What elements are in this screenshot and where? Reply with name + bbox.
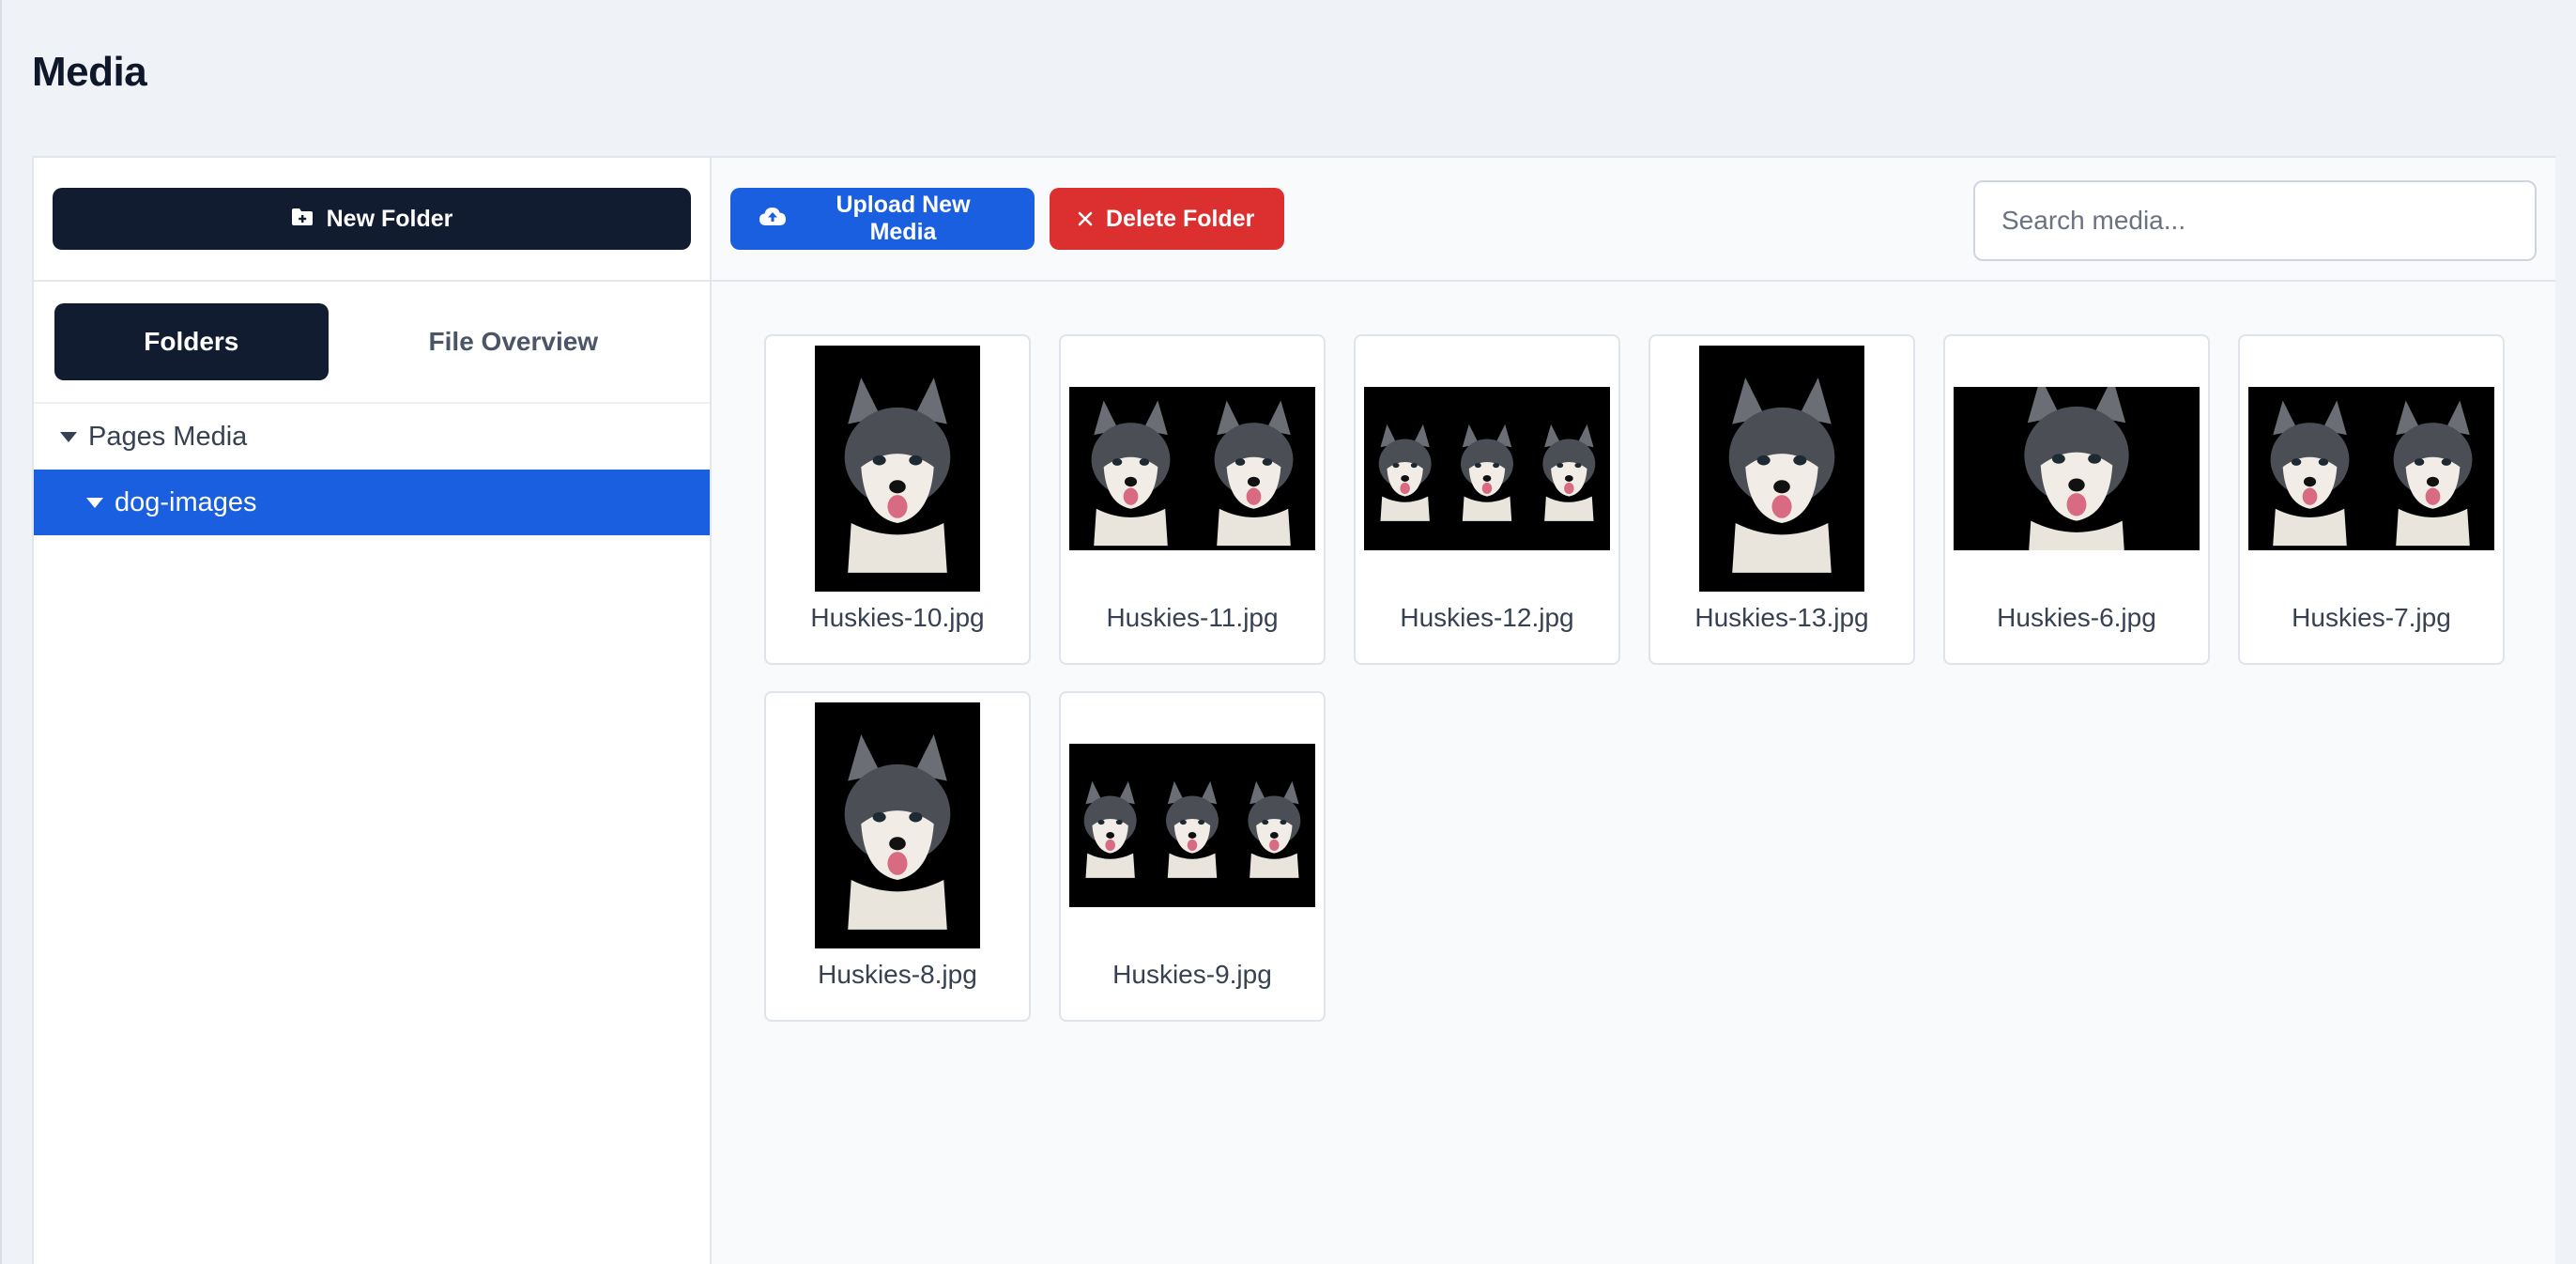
delete-folder-button[interactable]: Delete Folder [1050, 188, 1284, 250]
media-card[interactable]: Huskies-11.jpg [1059, 334, 1326, 665]
caret-down-icon[interactable] [86, 497, 103, 508]
tree-item-label: dog-images [115, 486, 257, 517]
media-filename: Huskies-8.jpg [818, 960, 977, 989]
media-thumbnail[interactable] [1069, 702, 1315, 948]
media-filename: Huskies-6.jpg [1997, 603, 2156, 632]
husky-photo [1954, 387, 2200, 550]
media-card[interactable]: Huskies-12.jpg [1354, 334, 1620, 665]
upload-label: Upload New Media [836, 192, 971, 245]
media-filename: Huskies-13.jpg [1694, 603, 1869, 632]
husky-photo [1364, 387, 1610, 550]
husky-photo [2248, 387, 2494, 550]
media-card[interactable]: Huskies-13.jpg [1648, 334, 1915, 665]
cloud-upload-icon [759, 206, 787, 233]
folder-plus-icon [291, 206, 314, 233]
media-thumbnail[interactable] [1364, 346, 1610, 592]
media-grid: Huskies-10.jpg Huskies-11.jpg Huskies-12… [764, 334, 2576, 1022]
media-page: Media New Folder Folders File Overview P… [0, 0, 2576, 1264]
search-input[interactable] [1973, 180, 2537, 261]
media-card[interactable]: Huskies-7.jpg [2238, 334, 2505, 665]
husky-photo [1699, 346, 1864, 592]
media-thumbnail[interactable] [774, 702, 1020, 948]
media-toolbar: Upload New Media Delete Folder [712, 158, 2555, 282]
folder-tree: Pages Media dog-images [34, 404, 710, 535]
husky-photo [1069, 744, 1315, 907]
media-filename: Huskies-12.jpg [1400, 603, 1574, 632]
new-folder-button[interactable]: New Folder [53, 188, 691, 250]
caret-down-icon[interactable] [60, 431, 77, 442]
media-manager-panel: New Folder Folders File Overview Pages M… [32, 156, 2555, 1264]
tab-folders[interactable]: Folders [54, 303, 329, 380]
media-filename: Huskies-7.jpg [2292, 603, 2451, 632]
tab-file-overview[interactable]: File Overview [338, 303, 689, 380]
media-main: Upload New Media Delete Folder Huskies-1… [712, 158, 2555, 1264]
media-thumbnail[interactable] [1954, 346, 2200, 592]
upload-new-media-button[interactable]: Upload New Media [730, 188, 1035, 250]
left-border [0, 0, 2, 1264]
media-card[interactable]: Huskies-10.jpg [764, 334, 1031, 665]
new-folder-label: New Folder [326, 205, 453, 232]
media-filename: Huskies-10.jpg [810, 603, 985, 632]
husky-photo [1069, 387, 1315, 550]
tree-item-dog-images[interactable]: dog-images [34, 470, 710, 535]
husky-photo [815, 702, 980, 948]
media-thumbnail[interactable] [1659, 346, 1905, 592]
folder-sidebar: New Folder Folders File Overview Pages M… [34, 158, 712, 1264]
sidebar-tabs: Folders File Overview [34, 282, 710, 404]
page-title: Media [32, 49, 147, 95]
delete-label: Delete Folder [1106, 205, 1255, 232]
sidebar-actions: New Folder [34, 158, 710, 282]
media-thumbnail[interactable] [2248, 346, 2494, 592]
media-thumbnail[interactable] [1069, 346, 1315, 592]
media-card[interactable]: Huskies-9.jpg [1059, 691, 1326, 1022]
tree-item-pages-media[interactable]: Pages Media [34, 404, 710, 470]
media-filename: Huskies-9.jpg [1112, 960, 1272, 989]
tree-item-label: Pages Media [88, 421, 248, 452]
media-card[interactable]: Huskies-6.jpg [1943, 334, 2210, 665]
media-filename: Huskies-11.jpg [1106, 603, 1279, 632]
close-icon [1078, 206, 1093, 233]
media-thumbnail[interactable] [774, 346, 1020, 592]
husky-photo [815, 346, 980, 592]
media-card[interactable]: Huskies-8.jpg [764, 691, 1031, 1022]
